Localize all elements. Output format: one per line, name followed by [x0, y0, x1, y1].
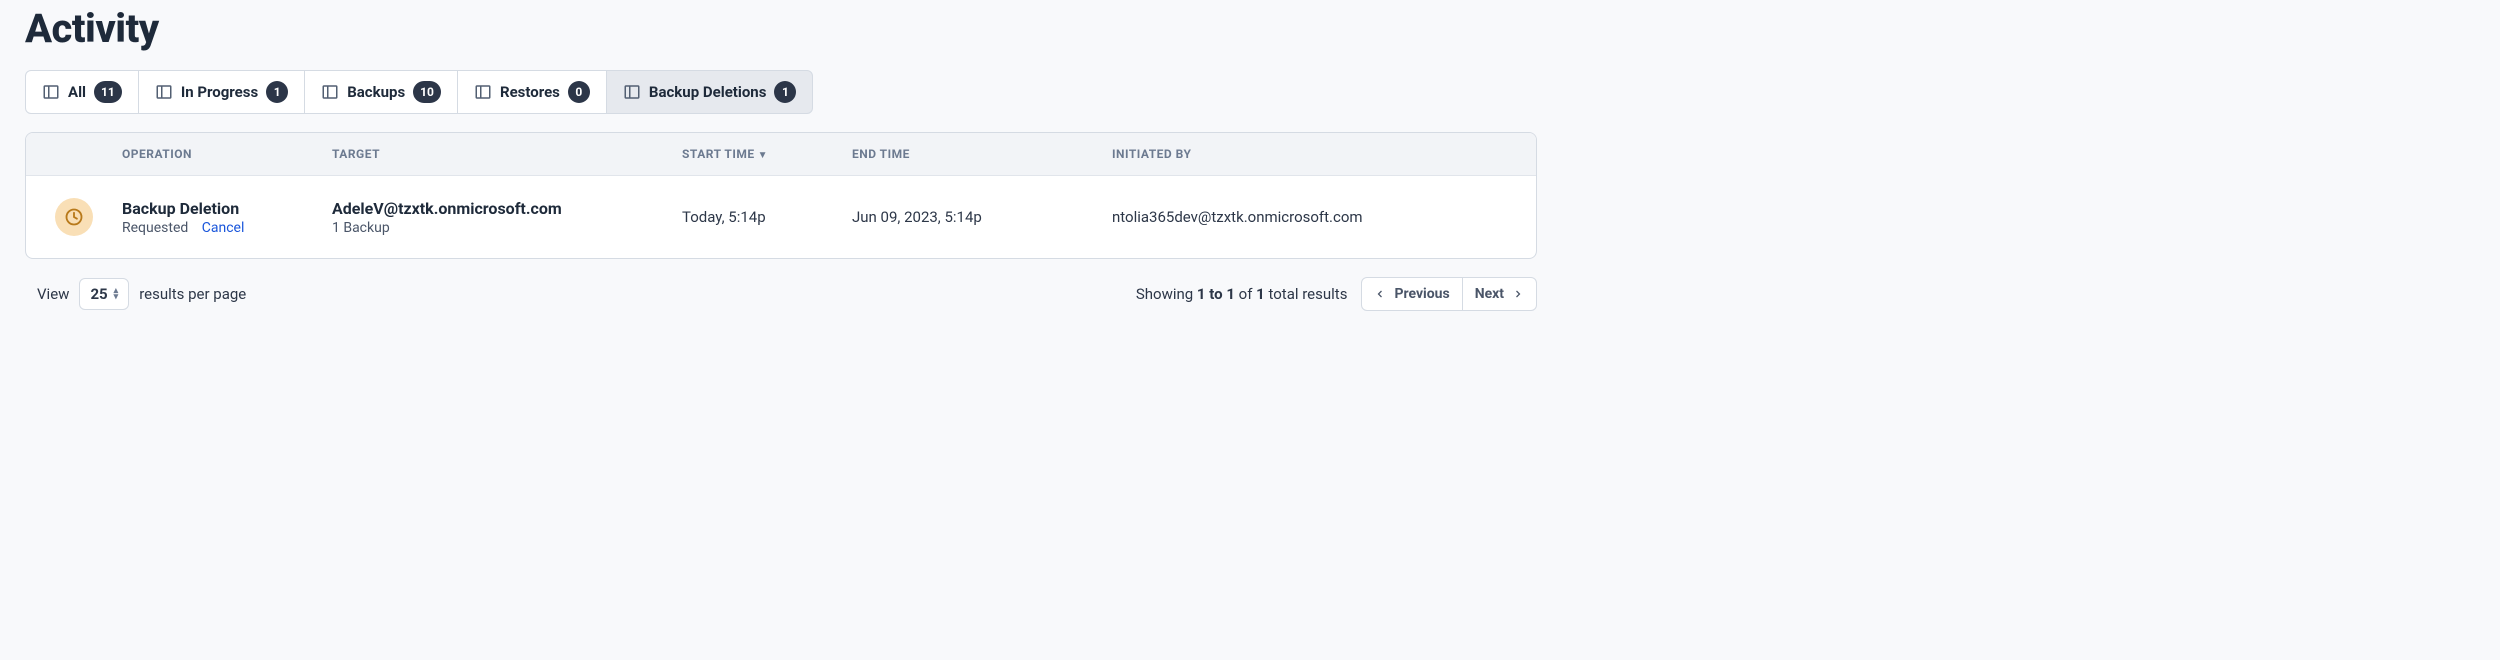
operation-status: Requested [122, 220, 188, 236]
end-time: Jun 09, 2023, 5:14p [852, 208, 1112, 226]
tab-all[interactable]: All 11 [25, 70, 139, 114]
layout-icon [42, 83, 60, 101]
tab-label: All [68, 83, 86, 101]
pager: Previous Next [1361, 277, 1537, 311]
page-title: Activity [25, 5, 1537, 52]
layout-icon [321, 83, 339, 101]
next-button[interactable]: Next [1462, 277, 1537, 311]
layout-icon [474, 83, 492, 101]
tab-restores[interactable]: Restores 0 [457, 70, 607, 114]
tab-count-badge: 0 [568, 81, 590, 103]
previous-button[interactable]: Previous [1361, 277, 1462, 311]
tab-label: In Progress [181, 83, 258, 101]
tab-count-badge: 1 [774, 81, 796, 103]
layout-icon [155, 83, 173, 101]
col-initiated-by[interactable]: Initiated By [1112, 147, 1536, 161]
view-label: View [37, 285, 69, 303]
results-summary: Showing 1 to 1 of 1 total results [1136, 285, 1348, 303]
initiated-by: ntolia365dev@tzxtk.onmicrosoft.com [1112, 208, 1536, 226]
tab-count-badge: 1 [266, 81, 288, 103]
chevron-left-icon [1374, 288, 1386, 300]
tab-in-progress[interactable]: In Progress 1 [138, 70, 305, 114]
tab-backup-deletions[interactable]: Backup Deletions 1 [606, 70, 814, 114]
start-time: Today, 5:14p [682, 208, 852, 226]
sort-desc-icon: ▼ [758, 150, 768, 161]
filter-tabs: All 11 In Progress 1 Backups 10 Restores… [25, 70, 1537, 114]
pagination-bar: View 25 ▴▾ results per page Showing 1 to… [25, 277, 1537, 311]
tab-count-badge: 10 [413, 81, 441, 103]
stepper-icon: ▴▾ [114, 288, 119, 300]
tab-label: Backup Deletions [649, 83, 767, 101]
cancel-link[interactable]: Cancel [202, 220, 245, 236]
operation-title: Backup Deletion [122, 199, 332, 218]
tab-label: Backups [347, 83, 405, 101]
table-row: Backup Deletion Requested Cancel AdeleV@… [26, 176, 1536, 258]
tab-backups[interactable]: Backups 10 [304, 70, 458, 114]
table-header: Operation Target Start Time▼ End Time In… [26, 133, 1536, 176]
next-label: Next [1475, 286, 1504, 302]
col-start-time[interactable]: Start Time▼ [682, 147, 852, 161]
col-operation[interactable]: Operation [122, 147, 332, 161]
page-size-value: 25 [90, 285, 107, 303]
status-pending-icon [55, 198, 93, 236]
chevron-right-icon [1512, 288, 1524, 300]
col-target[interactable]: Target [332, 147, 682, 161]
previous-label: Previous [1394, 286, 1449, 302]
col-start-label: Start Time [682, 147, 755, 161]
tab-count-badge: 11 [94, 81, 122, 103]
layout-icon [623, 83, 641, 101]
col-end-time[interactable]: End Time [852, 147, 1112, 161]
target-title: AdeleV@tzxtk.onmicrosoft.com [332, 199, 682, 218]
page-size-select[interactable]: 25 ▴▾ [79, 278, 129, 310]
activity-table: Operation Target Start Time▼ End Time In… [25, 132, 1537, 259]
tab-label: Restores [500, 83, 560, 101]
target-sub: 1 Backup [332, 220, 682, 236]
results-per-page-label: results per page [139, 285, 246, 303]
